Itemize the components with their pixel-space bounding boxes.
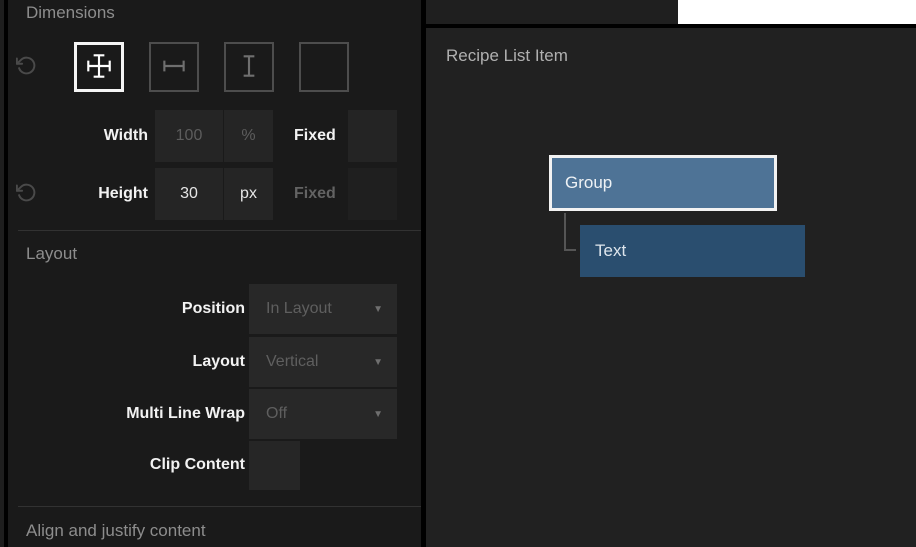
canvas-area: Recipe List Item Group Text bbox=[426, 0, 916, 547]
height-label: Height bbox=[8, 168, 148, 220]
reset-size-button[interactable] bbox=[14, 55, 38, 79]
width-fixed-checkbox[interactable] bbox=[348, 110, 397, 162]
properties-panel: Dimensions Width % bbox=[8, 0, 421, 547]
align-section-title: Align and justify content bbox=[26, 521, 206, 541]
section-divider bbox=[18, 506, 421, 507]
size-mode-no-stretch-button[interactable] bbox=[299, 42, 349, 92]
width-label: Width bbox=[8, 110, 148, 162]
position-select[interactable]: In Layout ▼ bbox=[249, 284, 397, 334]
app-window: Dimensions Width % bbox=[0, 0, 916, 547]
width-unit-button[interactable]: % bbox=[224, 110, 273, 162]
canvas-node-text-label: Text bbox=[580, 241, 626, 261]
clip-content-label: Clip Content bbox=[8, 440, 245, 490]
position-value: In Layout bbox=[249, 300, 373, 318]
size-mode-stretch-width-button[interactable] bbox=[149, 42, 199, 92]
width-input[interactable] bbox=[155, 110, 223, 162]
position-label: Position bbox=[8, 284, 245, 334]
chevron-down-icon: ▼ bbox=[373, 409, 397, 420]
size-mode-stretch-height-button[interactable] bbox=[224, 42, 274, 92]
multi-line-wrap-select[interactable]: Off ▼ bbox=[249, 389, 397, 439]
multi-line-wrap-value: Off bbox=[249, 405, 373, 423]
tree-connector-vertical bbox=[564, 213, 566, 251]
height-input[interactable] bbox=[155, 168, 223, 220]
canvas-node-text[interactable]: Text bbox=[580, 225, 805, 277]
layout-value: Vertical bbox=[249, 353, 373, 371]
chevron-down-icon: ▼ bbox=[373, 357, 397, 368]
top-bar-white-area bbox=[678, 0, 916, 24]
layout-label: Layout bbox=[8, 337, 245, 387]
stretch-width-icon bbox=[159, 51, 189, 84]
height-fixed-label: Fixed bbox=[294, 168, 336, 220]
layout-section-title: Layout bbox=[26, 244, 77, 264]
stretch-both-icon bbox=[84, 51, 114, 84]
stretch-height-icon bbox=[234, 51, 264, 84]
size-mode-stretch-both-button[interactable] bbox=[74, 42, 124, 92]
clip-content-checkbox[interactable] bbox=[249, 441, 300, 490]
canvas-node-group[interactable]: Group bbox=[549, 155, 777, 211]
chevron-down-icon: ▼ bbox=[373, 304, 397, 315]
tree-connector-horizontal bbox=[564, 249, 576, 251]
section-divider bbox=[18, 230, 421, 231]
height-fixed-checkbox[interactable] bbox=[348, 168, 397, 220]
canvas-top-tab[interactable] bbox=[426, 0, 678, 24]
canvas-node-group-label: Group bbox=[552, 173, 612, 193]
multi-line-wrap-label: Multi Line Wrap bbox=[8, 389, 245, 439]
width-fixed-label: Fixed bbox=[294, 110, 336, 162]
frame-title: Recipe List Item bbox=[446, 46, 568, 66]
top-bar-border bbox=[426, 24, 916, 28]
dimensions-section-title: Dimensions bbox=[26, 3, 115, 23]
rotate-ccw-icon bbox=[16, 55, 37, 79]
layout-select[interactable]: Vertical ▼ bbox=[249, 337, 397, 387]
height-unit-button[interactable]: px bbox=[224, 168, 273, 220]
